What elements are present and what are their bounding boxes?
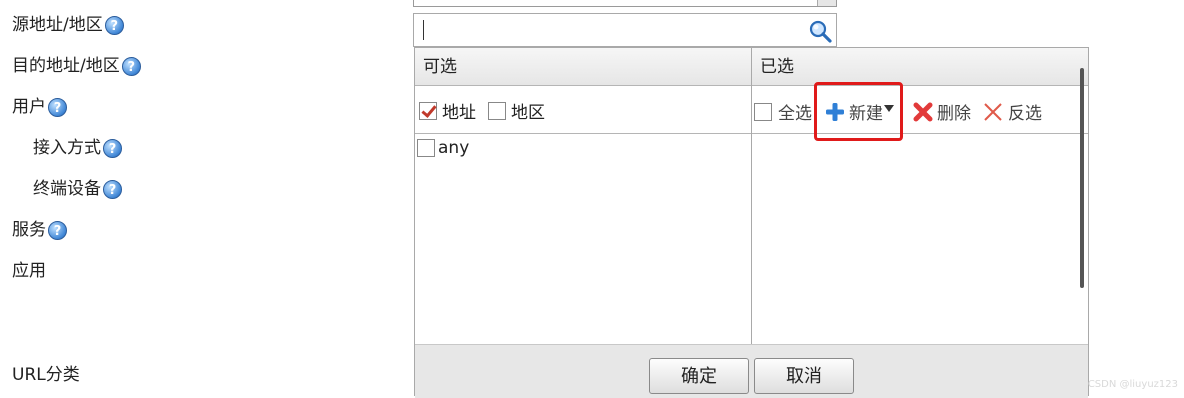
invert-button[interactable]: 反选 [983, 99, 1042, 124]
help-icon[interactable]: ? [48, 97, 67, 117]
magnifier-icon[interactable] [808, 19, 832, 43]
search-input[interactable] [413, 13, 837, 47]
selected-header: 已选 [752, 48, 1088, 86]
help-icon[interactable]: ? [121, 56, 141, 76]
select-all-checkbox[interactable] [754, 102, 772, 121]
previous-field-box[interactable] [413, 0, 837, 7]
text-caret [423, 20, 424, 40]
invert-x-icon [984, 102, 1002, 121]
service-text: 服务 [12, 220, 46, 240]
url-category-label: URL分类 [12, 364, 80, 386]
filter-row: 地址 地区 [415, 86, 751, 134]
scroll-stub[interactable] [817, 0, 836, 6]
item-checkbox[interactable] [417, 139, 435, 157]
list-item[interactable]: any [417, 138, 469, 158]
source-address-text: 源地址/地区 [12, 15, 103, 35]
delete-x-icon [913, 102, 933, 121]
application-label: 应用 [12, 260, 46, 282]
available-header-text: 可选 [423, 57, 457, 77]
access-method-text: 接入方式 [33, 138, 101, 158]
filter-address[interactable]: 地址 [419, 98, 476, 123]
item-label: any [438, 138, 470, 158]
access-method-label: 接入方式 ? [33, 137, 122, 159]
select-all-toggle[interactable]: 全选 [754, 99, 812, 124]
region-filter-label: 地区 [511, 103, 545, 123]
invert-label: 反选 [1008, 104, 1042, 124]
terminal-device-text: 终端设备 [33, 179, 101, 199]
selected-header-text: 已选 [760, 57, 794, 77]
highlight-box [814, 82, 903, 141]
application-text: 应用 [12, 261, 46, 281]
help-icon[interactable]: ? [48, 220, 67, 240]
address-filter-label: 地址 [442, 103, 476, 123]
address-checkbox[interactable] [419, 101, 437, 120]
delete-label: 删除 [937, 104, 971, 124]
dialog-footer: 确定 取消 [415, 344, 1088, 398]
url-category-text: URL分类 [12, 365, 80, 385]
region-checkbox[interactable] [488, 101, 506, 120]
help-icon[interactable]: ? [104, 15, 124, 35]
help-icon[interactable]: ? [103, 179, 122, 199]
user-label: 用户 ? [12, 96, 67, 118]
filter-region[interactable]: 地区 [488, 98, 545, 123]
service-label: 服务 ? [12, 219, 67, 241]
terminal-device-label: 终端设备 ? [33, 178, 122, 200]
selected-toolbar: 全选 新建 删除 反选 [752, 86, 1088, 134]
user-text: 用户 [12, 97, 46, 117]
select-all-label: 全选 [778, 104, 812, 124]
source-address-label: 源地址/地区 ? [12, 14, 124, 36]
cancel-button[interactable]: 取消 [754, 358, 854, 394]
dest-address-label: 目的地址/地区 ? [12, 55, 141, 77]
ok-button[interactable]: 确定 [649, 358, 749, 394]
selected-list-scrollbar[interactable] [1080, 68, 1084, 288]
delete-button[interactable]: 删除 [913, 99, 971, 124]
available-header: 可选 [415, 48, 751, 86]
watermark: CSDN @liuyuz123 [1087, 379, 1178, 390]
selector-panel: 可选 已选 地址 地区 全选 新建 删除 反选 any 确定 取消 [414, 47, 1089, 398]
dest-address-text: 目的地址/地区 [12, 56, 120, 76]
help-icon[interactable]: ? [103, 138, 122, 158]
